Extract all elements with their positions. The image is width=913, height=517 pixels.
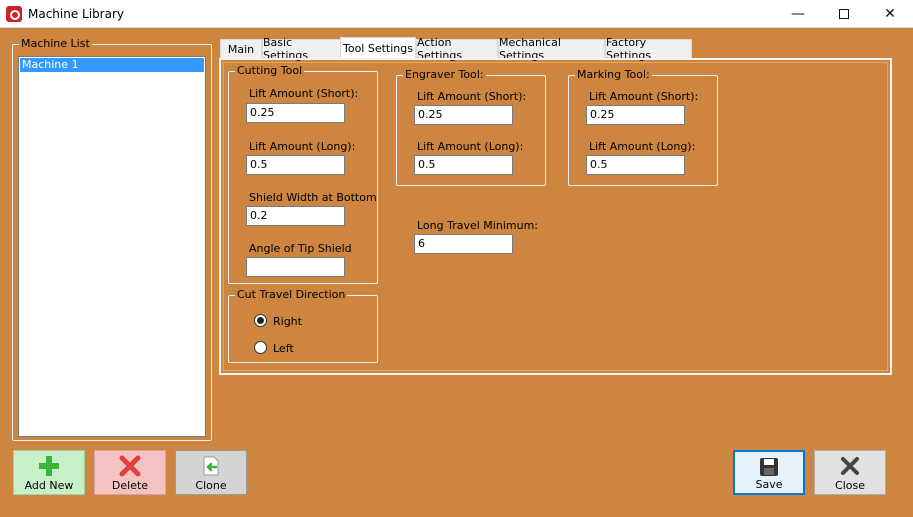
title-bar: Machine Library — ✕ — [0, 0, 913, 28]
tip-angle-label: Angle of Tip Shield — [249, 242, 352, 255]
clone-button[interactable]: Clone — [175, 450, 247, 495]
app-logo-icon — [6, 6, 22, 22]
maximize-button[interactable] — [821, 0, 867, 28]
long-travel-input[interactable]: 6 — [414, 234, 513, 254]
marking-lift-short-input[interactable]: 0.25 — [586, 105, 685, 125]
cutting-tool-title: Cutting Tool — [235, 64, 305, 77]
delete-label: Delete — [111, 479, 149, 492]
tab-mechanical-settings[interactable]: Mechanical Settings — [498, 36, 605, 62]
radio-left[interactable] — [254, 341, 267, 354]
marking-lift-long-label: Lift Amount (Long): — [589, 140, 696, 153]
tab-factory-settings[interactable]: Factory Settings — [605, 36, 692, 62]
close-button[interactable]: Close — [814, 450, 886, 495]
maximize-icon — [839, 9, 849, 19]
machine-listbox[interactable]: Machine 1 — [18, 56, 206, 437]
machine-list-label: Machine List — [19, 37, 92, 50]
clone-document-icon — [203, 456, 219, 476]
list-item[interactable]: Machine 1 — [20, 58, 204, 72]
floppy-disk-icon — [760, 458, 778, 476]
engraver-lift-long-input[interactable]: 0.5 — [414, 155, 513, 175]
cutting-lift-short-label: Lift Amount (Short): — [249, 87, 359, 100]
clone-label: Clone — [195, 479, 227, 492]
engraver-tool-title: Engraver Tool: — [403, 68, 486, 81]
close-icon: ✕ — [884, 6, 896, 22]
cut-travel-title: Cut Travel Direction — [235, 288, 348, 301]
tip-angle-input[interactable] — [246, 257, 345, 277]
window-title: Machine Library — [28, 7, 125, 21]
engraver-lift-short-label: Lift Amount (Short): — [417, 90, 527, 103]
tab-action-settings[interactable]: Action Settings — [416, 36, 498, 62]
cut-travel-group: Cut Travel Direction — [228, 288, 378, 363]
long-travel-label: Long Travel Minimum: — [417, 219, 538, 232]
cutting-lift-long-label: Lift Amount (Long): — [249, 140, 356, 153]
plus-icon — [39, 456, 59, 476]
save-button[interactable]: Save — [733, 450, 805, 495]
shield-width-label: Shield Width at Bottom — [249, 191, 377, 204]
radio-right-label[interactable]: Right — [273, 315, 302, 328]
marking-tool-title: Marking Tool: — [575, 68, 652, 81]
add-new-button[interactable]: Add New — [13, 450, 85, 495]
cutting-lift-long-input[interactable]: 0.5 — [246, 155, 345, 175]
tab-tool-settings[interactable]: Tool Settings — [340, 37, 416, 58]
shield-width-input[interactable]: 0.2 — [246, 206, 345, 226]
radio-left-label[interactable]: Left — [273, 342, 294, 355]
close-label: Close — [835, 479, 865, 492]
delete-x-icon — [119, 455, 141, 477]
radio-right[interactable] — [254, 314, 267, 327]
marking-lift-long-input[interactable]: 0.5 — [586, 155, 685, 175]
delete-button[interactable]: Delete — [94, 450, 166, 495]
minimize-button[interactable]: — — [775, 0, 821, 28]
minimize-icon: — — [791, 6, 805, 22]
tab-main[interactable]: Main — [220, 39, 262, 58]
engraver-lift-long-label: Lift Amount (Long): — [417, 140, 524, 153]
save-label: Save — [755, 478, 783, 491]
marking-lift-short-label: Lift Amount (Short): — [589, 90, 699, 103]
add-new-label: Add New — [24, 479, 74, 492]
close-x-icon — [841, 457, 859, 475]
tab-basic-settings[interactable]: Basic Settings — [262, 36, 341, 62]
close-window-button[interactable]: ✕ — [867, 0, 913, 28]
engraver-lift-short-input[interactable]: 0.25 — [414, 105, 513, 125]
cutting-lift-short-input[interactable]: 0.25 — [246, 103, 345, 123]
